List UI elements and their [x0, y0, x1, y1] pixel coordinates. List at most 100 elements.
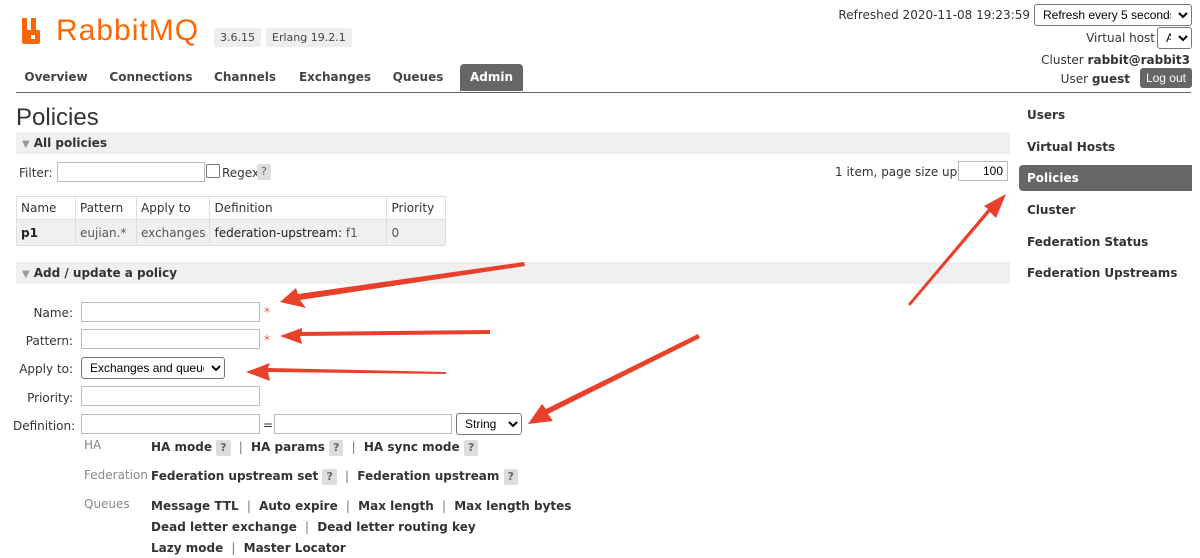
annotation-arrow — [246, 363, 446, 381]
column-header[interactable]: Pattern — [75, 196, 137, 220]
tab-exchanges[interactable]: Exchanges — [296, 64, 374, 91]
separator: | — [238, 440, 243, 454]
required-marker: * — [264, 333, 270, 347]
ha-group-label: HA — [84, 438, 102, 452]
hint-dead-letter-routing-key[interactable]: Dead letter routing key — [317, 520, 475, 534]
definition-key-input[interactable] — [81, 414, 260, 434]
hint-master-locator[interactable]: Master Locator — [244, 541, 346, 555]
apply-to-label: Apply to: — [19, 362, 73, 376]
policy-priority-input[interactable] — [81, 386, 260, 406]
virtual-host-label: Virtual host — [1086, 31, 1155, 45]
rabbit-logo-icon — [22, 18, 40, 44]
logo-text: RabbitMQ — [56, 14, 200, 47]
column-header[interactable]: Apply to — [135, 196, 211, 220]
policy-priority: 0 — [386, 219, 447, 246]
erlang-version-badge: Erlang 19.2.1 — [266, 28, 352, 47]
separator: | — [305, 520, 310, 534]
separator: | — [231, 541, 236, 555]
column-header[interactable]: Name — [16, 196, 76, 220]
hint-federation-upstream[interactable]: Federation upstream — [357, 469, 499, 483]
tab-channels[interactable]: Channels — [206, 64, 284, 91]
pattern-label: Pattern: — [25, 334, 73, 348]
hint-dead-letter-exchange[interactable]: Dead letter exchange — [151, 520, 297, 534]
tab-overview[interactable]: Overview — [16, 64, 96, 91]
hint-lazy-mode[interactable]: Lazy mode — [151, 541, 223, 555]
refreshed-timestamp: Refreshed 2020-11-08 19:23:59 — [838, 8, 1030, 22]
help-icon[interactable]: ? — [329, 440, 344, 456]
help-icon[interactable]: ? — [322, 469, 337, 485]
regex-help-icon[interactable]: ? — [257, 164, 271, 180]
page-title: Policies — [16, 104, 99, 131]
equals-sign: = — [263, 418, 274, 432]
hint-ha-mode[interactable]: HA mode — [151, 440, 212, 454]
sidebar-item-cluster[interactable]: Cluster — [1019, 197, 1192, 223]
federation-hints: Federation upstream set ? | Federation u… — [151, 469, 518, 485]
section-title: Add / update a policy — [33, 266, 178, 280]
add-policy-section-toggle[interactable]: ▼ Add / update a policy — [16, 262, 1010, 284]
queues-hints-line-1: Message TTL | Auto expire | Max length |… — [151, 499, 571, 513]
definition-label: Definition: — [13, 419, 76, 433]
hint-federation-upstream-set[interactable]: Federation upstream set — [151, 469, 318, 483]
refresh-interval-select[interactable]: Refresh every 5 seconds — [1034, 4, 1192, 26]
tab-connections[interactable]: Connections — [106, 64, 196, 91]
table-row[interactable]: p1 eujian.* exchanges federation-upstrea… — [16, 219, 447, 246]
section-title: All policies — [33, 136, 107, 150]
version-badge: 3.6.15 — [214, 28, 261, 47]
hint-auto-expire[interactable]: Auto expire — [259, 499, 338, 513]
separator: | — [246, 499, 251, 513]
policy-pattern-input[interactable] — [81, 329, 260, 349]
separator: | — [351, 440, 356, 454]
queues-hints-line-2: Dead letter exchange | Dead letter routi… — [151, 520, 476, 534]
definition-type-select[interactable]: String — [456, 413, 522, 435]
regex-checkbox[interactable] — [206, 164, 220, 178]
column-header[interactable]: Definition — [209, 196, 388, 220]
all-policies-section-toggle[interactable]: ▼ All policies — [16, 132, 1010, 154]
help-icon[interactable]: ? — [503, 469, 518, 485]
policies-table: Name Pattern Apply to Definition Priorit… — [16, 196, 447, 246]
collapse-triangle-icon: ▼ — [22, 269, 30, 280]
tab-queues[interactable]: Queues — [388, 64, 448, 91]
name-label: Name: — [33, 306, 73, 320]
definition-value-input[interactable] — [274, 414, 452, 434]
annotation-arrow — [280, 328, 490, 344]
policy-name-input[interactable] — [81, 302, 260, 322]
sidebar-item-policies[interactable]: Policies — [1019, 165, 1192, 191]
definition-key: federation-upstream: — [214, 225, 343, 240]
table-header-row: Name Pattern Apply to Definition Priorit… — [16, 196, 447, 220]
priority-label: Priority: — [27, 391, 73, 405]
separator: | — [345, 499, 350, 513]
annotation-arrow — [528, 334, 700, 424]
separator: | — [441, 499, 447, 513]
policy-apply-to: exchanges — [135, 219, 211, 246]
help-icon[interactable]: ? — [216, 440, 231, 456]
sidebar-item-federation-upstreams[interactable]: Federation Upstreams — [1019, 260, 1192, 286]
definition-value: f1 — [345, 225, 358, 240]
sidebar-item-users[interactable]: Users — [1019, 102, 1192, 128]
ha-hints: HA mode ? | HA params ? | HA sync mode ? — [151, 440, 479, 456]
policy-definition: federation-upstream: f1 — [209, 219, 388, 246]
filter-input[interactable] — [57, 162, 205, 182]
sidebar-item-virtual-hosts[interactable]: Virtual Hosts — [1019, 134, 1192, 160]
help-icon[interactable]: ? — [463, 440, 479, 456]
separator: | — [345, 469, 350, 483]
filter-label: Filter: — [19, 166, 53, 180]
policy-name-link[interactable]: p1 — [16, 219, 76, 246]
hint-ha-sync-mode[interactable]: HA sync mode — [364, 440, 460, 454]
regex-label: Regex — [222, 166, 260, 180]
hint-max-length-bytes[interactable]: Max length bytes — [454, 499, 571, 513]
tab-admin[interactable]: Admin — [460, 64, 523, 91]
federation-group-label: Federation — [84, 468, 148, 482]
policy-pattern: eujian.* — [75, 219, 137, 246]
hint-message-ttl[interactable]: Message TTL — [151, 499, 239, 513]
apply-to-select[interactable]: Exchanges and queues — [81, 357, 225, 379]
hint-ha-params[interactable]: HA params — [251, 440, 325, 454]
queues-group-label: Queues — [84, 497, 130, 511]
pagination-label: 1 item, page size up to — [835, 165, 974, 179]
collapse-triangle-icon: ▼ — [22, 139, 30, 150]
required-marker: * — [264, 305, 270, 319]
sidebar-item-federation-status[interactable]: Federation Status — [1019, 229, 1192, 255]
page-size-input[interactable] — [958, 161, 1008, 181]
virtual-host-select[interactable]: All — [1157, 27, 1192, 49]
column-header[interactable]: Priority — [386, 196, 447, 220]
hint-max-length[interactable]: Max length — [358, 499, 434, 513]
